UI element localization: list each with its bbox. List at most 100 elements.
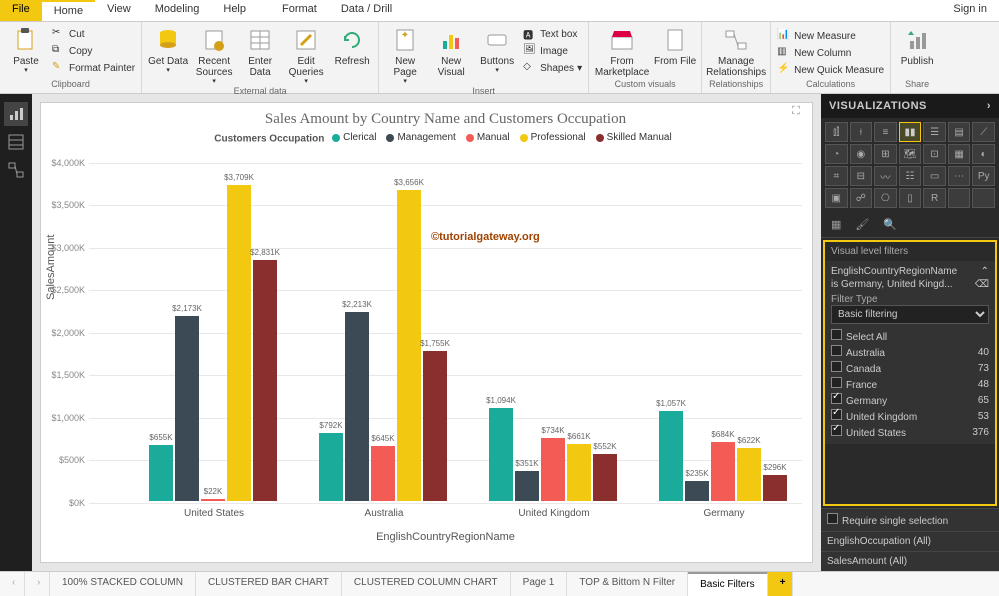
bar[interactable]: $2,173K <box>175 316 199 501</box>
legend-item[interactable]: Management <box>386 132 455 143</box>
buttons-button[interactable]: Buttons▾ <box>475 24 519 75</box>
visual-type-icon[interactable] <box>948 188 971 208</box>
visual-type-icon[interactable]: ⋯ <box>948 166 971 186</box>
visual-type-icon[interactable]: ☷ <box>899 166 922 186</box>
checkbox-icon[interactable] <box>831 377 842 388</box>
tab-home[interactable]: Home <box>42 0 95 21</box>
tab-help[interactable]: Help <box>211 0 258 21</box>
bar[interactable]: $1,057K <box>659 411 683 501</box>
tab-data-drill[interactable]: Data / Drill <box>329 0 404 21</box>
visual-type-icon[interactable]: ⫾⫿ <box>825 122 848 142</box>
bar[interactable]: $552K <box>593 454 617 501</box>
filter-item[interactable]: Select All <box>831 328 989 344</box>
bar[interactable]: $1,094K <box>489 408 513 501</box>
visual-type-icon[interactable]: ≡ <box>874 122 897 142</box>
visual-type-icon[interactable]: ▤ <box>948 122 971 142</box>
bar[interactable]: $792K <box>319 433 343 500</box>
bar[interactable]: $1,755K <box>423 351 447 500</box>
visual-type-icon[interactable]: ▯ <box>899 188 922 208</box>
filter-item[interactable]: Germany65 <box>831 392 989 408</box>
visual-type-icon[interactable]: ◉ <box>850 144 873 164</box>
visual-type-icon[interactable]: ⊞ <box>874 144 897 164</box>
chevron-up-icon[interactable]: ⌃ <box>981 266 989 277</box>
manage-relationships-button[interactable]: Manage Relationships <box>706 24 766 78</box>
visual-type-icon[interactable]: R <box>923 188 946 208</box>
visual-type-icon[interactable]: ☰ <box>923 122 946 142</box>
visual-type-icon[interactable]: ☍ <box>850 188 873 208</box>
tab-format[interactable]: Format <box>270 0 329 21</box>
bar[interactable]: $3,656K <box>397 190 421 501</box>
bar[interactable]: $3,709K <box>227 185 251 500</box>
bar[interactable]: $734K <box>541 438 565 500</box>
visualizations-header[interactable]: VISUALIZATIONS› <box>821 94 999 118</box>
page-tab[interactable]: CLUSTERED COLUMN CHART <box>342 572 511 596</box>
bar[interactable]: $645K <box>371 446 395 501</box>
visual-type-icon[interactable]: ▣ <box>825 188 848 208</box>
filter-card[interactable]: EnglishCountryRegionName⌃ is Germany, Un… <box>825 261 995 444</box>
report-view-button[interactable] <box>4 102 28 126</box>
refresh-button[interactable]: Refresh <box>330 24 374 67</box>
bar[interactable]: $296K <box>763 475 787 500</box>
filter-item[interactable]: United Kingdom53 <box>831 408 989 424</box>
visual-type-icon[interactable]: ⊡ <box>923 144 946 164</box>
fields-tab[interactable]: ▦ <box>831 218 841 231</box>
prev-page-button[interactable]: ‹ <box>0 572 25 596</box>
publish-button[interactable]: Publish <box>895 24 939 67</box>
format-tab[interactable]: 🖌 <box>855 218 869 231</box>
bar[interactable]: $655K <box>149 445 173 501</box>
filter-item[interactable]: United States376 <box>831 424 989 440</box>
visual-type-icon[interactable]: ⟊ <box>850 122 873 142</box>
add-page-button[interactable]: + <box>768 572 793 596</box>
tab-file[interactable]: File <box>0 0 42 21</box>
legend-item[interactable]: Professional <box>520 132 586 143</box>
filter-item[interactable]: France48 <box>831 376 989 392</box>
visual-type-icon[interactable]: 〰 <box>874 166 897 186</box>
visual-type-icon[interactable] <box>972 188 995 208</box>
visual-type-icon[interactable]: 🗺 <box>899 144 922 164</box>
filter-item[interactable]: Australia40 <box>831 344 989 360</box>
visual-type-icon[interactable]: ▮▮ <box>899 122 922 142</box>
enter-data-button[interactable]: Enter Data <box>238 24 282 78</box>
visual-type-icon[interactable]: ◔ <box>825 144 848 164</box>
new-visual-button[interactable]: New Visual <box>429 24 473 78</box>
report-canvas[interactable]: ⛶ Sales Amount by Country Name and Custo… <box>40 102 813 563</box>
analytics-tab[interactable]: 🔍 <box>883 218 897 231</box>
cut-button[interactable]: ✂Cut <box>50 26 137 42</box>
filter-item[interactable]: Canada73 <box>831 360 989 376</box>
new-page-button[interactable]: ✦New Page▾ <box>383 24 427 86</box>
visual-type-icon[interactable]: ⊟ <box>850 166 873 186</box>
checkbox-icon[interactable] <box>831 425 842 436</box>
page-tab[interactable]: 100% STACKED COLUMN <box>50 572 196 596</box>
visual-type-icon[interactable]: ⌗ <box>825 166 848 186</box>
legend-item[interactable]: Skilled Manual <box>596 132 672 143</box>
model-view-button[interactable] <box>4 158 28 182</box>
page-tab[interactable]: CLUSTERED BAR CHART <box>196 572 342 596</box>
bar[interactable]: $235K <box>685 481 709 501</box>
page-tab[interactable]: Basic Filters <box>688 572 767 596</box>
format-painter-button[interactable]: ✎Format Painter <box>50 60 137 76</box>
new-column-button[interactable]: ▥New Column <box>775 45 886 61</box>
image-button[interactable]: 🖼Image <box>521 43 584 59</box>
visual-type-icon[interactable]: ⟋ <box>972 122 995 142</box>
bar[interactable]: $2,213K <box>345 312 369 500</box>
copy-button[interactable]: ⧉Copy <box>50 43 137 59</box>
checkbox-icon[interactable] <box>831 329 842 340</box>
require-single-row[interactable]: Require single selection <box>821 508 999 531</box>
visual-type-icon[interactable]: ◐ <box>972 144 995 164</box>
visual-type-icon[interactable]: ▭ <box>923 166 946 186</box>
marketplace-button[interactable]: From Marketplace <box>593 24 651 78</box>
bar[interactable]: $2,831K <box>253 260 277 501</box>
tab-modeling[interactable]: Modeling <box>143 0 212 21</box>
bar[interactable]: $622K <box>737 448 761 501</box>
visual-type-icon[interactable]: ▦ <box>948 144 971 164</box>
edit-queries-button[interactable]: Edit Queries▾ <box>284 24 328 86</box>
checkbox-icon[interactable] <box>831 361 842 372</box>
legend-item[interactable]: Clerical <box>332 132 376 143</box>
textbox-button[interactable]: 🅰Text box <box>521 26 584 42</box>
recent-sources-button[interactable]: Recent Sources▾ <box>192 24 236 86</box>
legend-item[interactable]: Manual <box>466 132 510 143</box>
tab-view[interactable]: View <box>95 0 143 21</box>
bar[interactable]: $22K <box>201 499 225 501</box>
visual-type-icon[interactable]: ⎔ <box>874 188 897 208</box>
bar[interactable]: $684K <box>711 442 735 500</box>
